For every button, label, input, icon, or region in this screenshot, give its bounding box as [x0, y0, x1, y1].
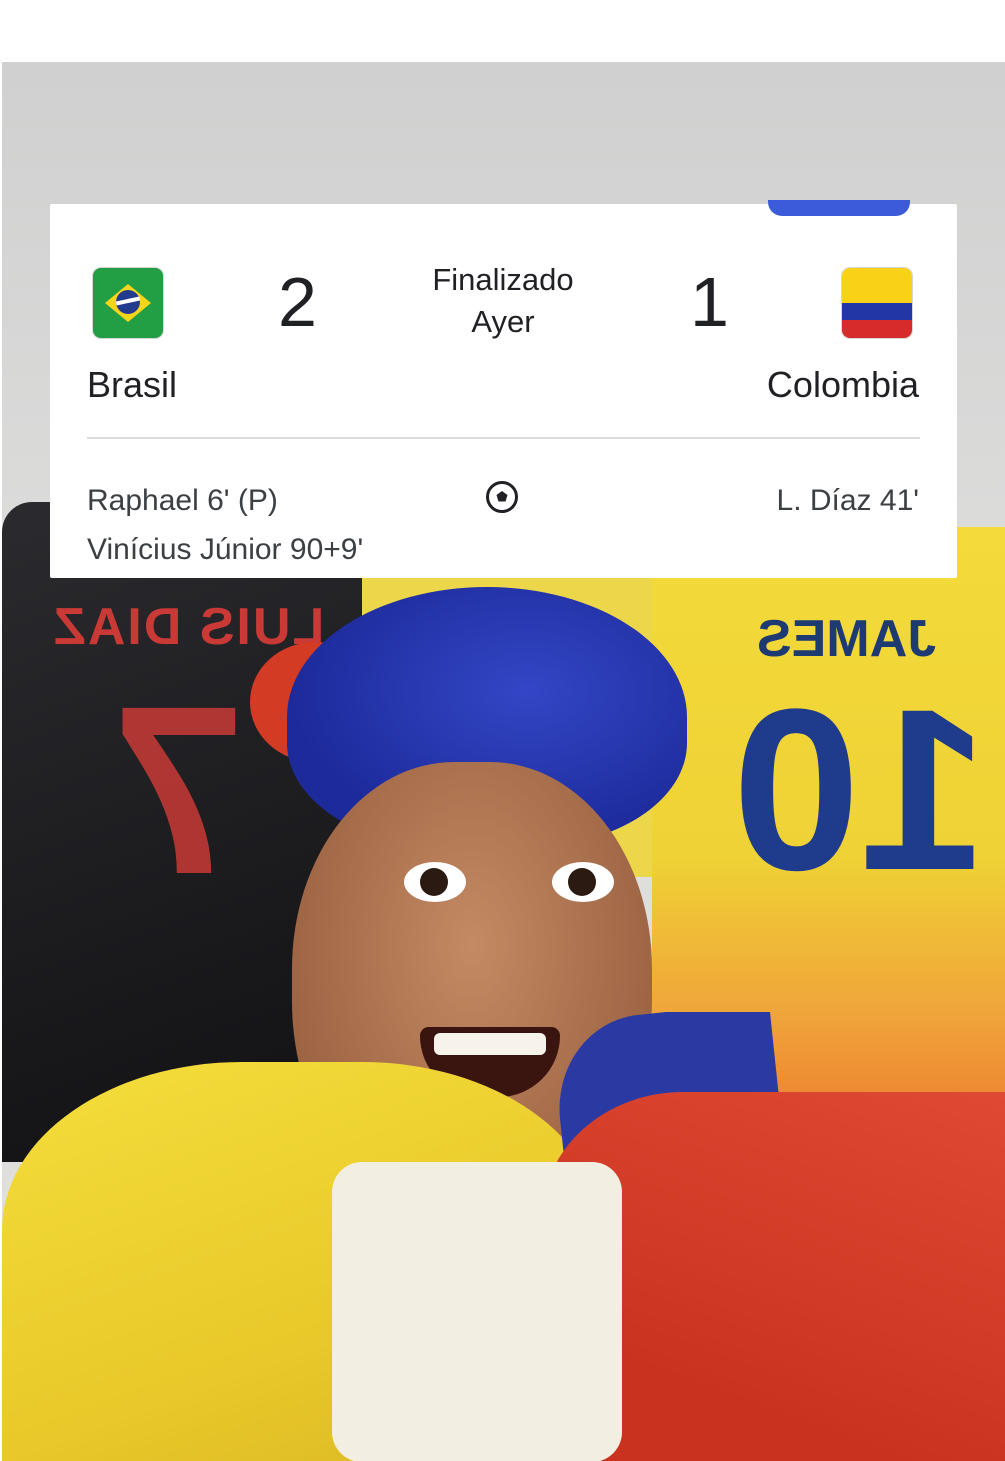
home-score: 2	[278, 263, 317, 341]
brazil-flag-icon	[93, 268, 163, 338]
colombia-flag-icon	[842, 268, 912, 338]
away-team-name[interactable]: Colombia	[767, 364, 919, 406]
home-team-name[interactable]: Brasil	[87, 364, 177, 406]
scorer-item: Vinícius Júnior 90+9'	[87, 533, 364, 566]
right-eye	[552, 862, 614, 902]
match-score-card[interactable]: 2 Finalizado Ayer 1 Brasil Colombia Raph…	[50, 200, 957, 578]
soccer-ball-icon	[486, 481, 518, 513]
away-score: 1	[690, 263, 729, 341]
away-scorers: L. Díaz 41'	[777, 476, 919, 525]
scorer-item: Raphael 6' (P)	[87, 484, 278, 517]
match-status: Finalizado	[432, 262, 574, 297]
home-scorers: Raphael 6' (P) Vinícius Júnior 90+9'	[87, 476, 363, 574]
divider	[87, 437, 920, 439]
flag-cape	[2, 1012, 1005, 1461]
scorer-item: L. Díaz 41'	[776, 484, 919, 517]
left-eye	[404, 862, 466, 902]
match-date: Ayer	[471, 304, 535, 339]
tab-indicator	[768, 200, 910, 216]
